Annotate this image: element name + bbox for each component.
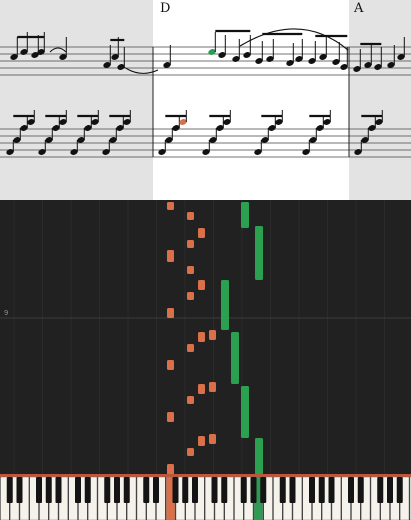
tie bbox=[49, 47, 67, 53]
black-key bbox=[387, 477, 393, 503]
black-key bbox=[36, 477, 42, 503]
right-hand-note-bar bbox=[255, 226, 263, 280]
left-hand-note-bar bbox=[167, 202, 174, 210]
left-hand-note-bar bbox=[198, 280, 205, 290]
black-key bbox=[279, 477, 286, 503]
black-key bbox=[55, 477, 62, 503]
piano-roll[interactable]: 9 bbox=[0, 200, 411, 475]
section-label-a: A bbox=[354, 1, 364, 16]
sheet-music-player: D A 9 bbox=[0, 0, 411, 520]
right-hand-note-bar bbox=[255, 438, 263, 475]
black-key bbox=[328, 477, 335, 503]
black-key bbox=[396, 477, 403, 503]
black-key bbox=[377, 477, 384, 503]
section-label-d: D bbox=[160, 1, 171, 16]
black-key bbox=[260, 477, 267, 503]
left-hand-note-bar bbox=[198, 332, 205, 342]
left-hand-note-bar bbox=[209, 434, 216, 444]
left-hand-note-bars bbox=[167, 202, 216, 475]
piano-roll-canvas bbox=[0, 200, 411, 475]
left-hand-note-bar bbox=[187, 292, 194, 300]
black-key bbox=[211, 477, 218, 503]
black-key bbox=[75, 477, 81, 503]
black-key bbox=[250, 477, 257, 503]
right-hand-note-bar bbox=[221, 280, 229, 330]
black-key bbox=[6, 477, 13, 503]
black-key bbox=[45, 477, 52, 503]
right-hand-note-bar bbox=[231, 332, 239, 384]
right-hand-note-bar bbox=[241, 386, 249, 438]
score-view[interactable]: D A bbox=[0, 0, 411, 200]
left-hand-note-bar bbox=[167, 360, 174, 370]
black-key bbox=[348, 477, 354, 503]
left-hand-note-bar bbox=[209, 330, 216, 340]
left-hand-note-bar bbox=[187, 448, 194, 456]
left-hand-note-bar bbox=[167, 412, 174, 422]
piano-roll-grid bbox=[0, 200, 411, 475]
black-key bbox=[123, 477, 130, 503]
left-hand-note-bar bbox=[209, 382, 216, 392]
left-hand-note-bar bbox=[187, 240, 194, 248]
left-hand-note-bar bbox=[198, 384, 205, 394]
left-hand-note-bar bbox=[167, 250, 174, 262]
left-hand-note-bar bbox=[187, 212, 194, 220]
black-key bbox=[192, 477, 198, 503]
black-key bbox=[104, 477, 111, 503]
left-hand-note-bar bbox=[187, 396, 194, 404]
piano-keyboard[interactable] bbox=[0, 474, 411, 520]
left-hand-note-bar bbox=[187, 344, 194, 352]
black-key bbox=[309, 477, 315, 503]
right-hand-note-bar bbox=[241, 202, 249, 228]
score-canvas bbox=[0, 0, 411, 200]
black-key bbox=[240, 477, 247, 503]
black-key bbox=[114, 477, 120, 503]
black-key bbox=[143, 477, 150, 503]
left-hand-note-bar bbox=[198, 436, 205, 446]
measure-number: 9 bbox=[4, 309, 9, 317]
black-key bbox=[221, 477, 228, 503]
black-key bbox=[153, 477, 159, 503]
left-hand-note-bar bbox=[167, 308, 174, 318]
black-key bbox=[318, 477, 325, 503]
keyboard-canvas bbox=[0, 474, 411, 520]
black-key bbox=[172, 477, 179, 503]
black-key bbox=[84, 477, 91, 503]
black-key bbox=[357, 477, 364, 503]
keyboard-top-edge bbox=[0, 474, 411, 477]
black-key bbox=[16, 477, 23, 503]
black-key bbox=[182, 477, 189, 503]
black-key bbox=[289, 477, 296, 503]
left-hand-note-bar bbox=[187, 266, 194, 274]
current-measure-highlight bbox=[153, 0, 349, 200]
left-hand-note-bar bbox=[198, 228, 205, 238]
